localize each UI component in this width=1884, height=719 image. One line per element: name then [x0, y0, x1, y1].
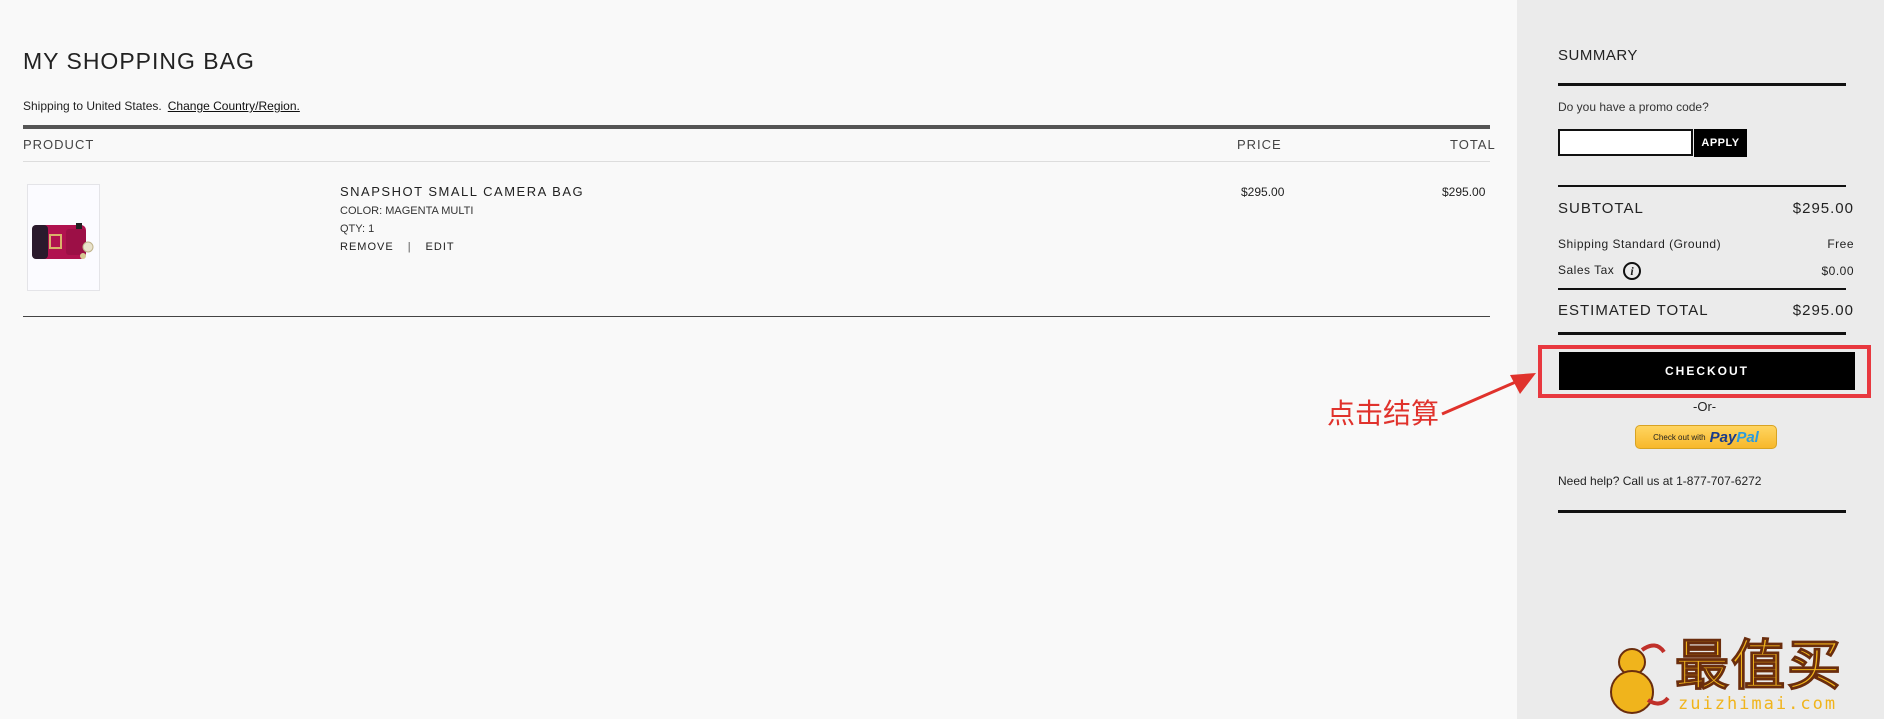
remove-link[interactable]: REMOVE: [340, 241, 394, 253]
summary-title: SUMMARY: [1558, 47, 1638, 64]
paypal-checkout-button[interactable]: Check out with PayPal: [1635, 425, 1777, 449]
help-rule: [1558, 510, 1846, 513]
product-actions: REMOVE | EDIT: [340, 241, 455, 253]
shipping-label: Shipping Standard (Ground): [1558, 237, 1722, 251]
product-price: $295.00: [1241, 185, 1285, 199]
product-thumbnail[interactable]: [27, 184, 100, 291]
header-product: PRODUCT: [23, 137, 95, 152]
estimated-total-value: $295.00: [1792, 302, 1854, 319]
annotation-arrow-icon: [1441, 373, 1536, 416]
checkout-button[interactable]: CHECKOUT: [1559, 352, 1855, 390]
sales-tax-value: $0.00: [1821, 264, 1854, 278]
promo-rule: [1558, 185, 1846, 187]
mascot-icon: [1610, 643, 1670, 714]
change-country-link[interactable]: Change Country/Region.: [168, 99, 300, 113]
estimated-rule: [1558, 332, 1846, 335]
sales-tax-row: Sales Tax i: [1558, 262, 1642, 280]
watermark-logo: 最值买 zuizhimai.com: [1598, 634, 1878, 716]
help-phone-text: Need help? Call us at 1-877-707-6272: [1558, 474, 1762, 488]
camera-bag-image: [32, 223, 94, 259]
header-total: TOTAL: [1450, 137, 1496, 152]
promo-code-input[interactable]: [1558, 129, 1693, 156]
or-divider: -Or-: [1693, 399, 1717, 414]
table-bottom-rule: [23, 316, 1490, 317]
paypal-logo-pal: Pal: [1736, 428, 1759, 446]
table-top-rule: [23, 125, 1490, 129]
edit-link[interactable]: EDIT: [426, 241, 455, 253]
paypal-prefix: Check out with: [1653, 432, 1706, 442]
product-total: $295.00: [1442, 185, 1486, 199]
product-color: COLOR: MAGENTA MULTI: [340, 205, 474, 217]
shipping-value: Free: [1827, 237, 1854, 251]
subtotal-value: $295.00: [1792, 200, 1854, 217]
info-icon[interactable]: i: [1623, 262, 1642, 280]
subtotal-label: SUBTOTAL: [1558, 200, 1644, 217]
shipping-destination: Shipping to United States. Change Country…: [23, 99, 300, 113]
watermark-main-text: 最值买: [1675, 634, 1843, 697]
apply-button[interactable]: APPLY: [1694, 129, 1747, 157]
promo-question: Do you have a promo code?: [1558, 100, 1709, 114]
paypal-logo: PayPal: [1710, 429, 1759, 446]
watermark-url: zuizhimai.com: [1678, 694, 1838, 714]
annotation-label: 点击结算: [1327, 397, 1440, 430]
product-quantity: QTY: 1: [340, 223, 375, 235]
estimated-total-label: ESTIMATED TOTAL: [1558, 302, 1709, 319]
action-separator: |: [407, 241, 412, 253]
paypal-logo-pay: Pay: [1709, 428, 1737, 446]
header-price: PRICE: [1237, 137, 1282, 152]
summary-title-rule: [1558, 83, 1846, 86]
tax-rule: [1558, 288, 1846, 290]
sales-tax-label: Sales Tax: [1558, 263, 1615, 278]
header-divider: [23, 161, 1490, 162]
product-name[interactable]: SNAPSHOT SMALL CAMERA BAG: [340, 184, 584, 199]
shipping-text: Shipping to United States.: [23, 99, 162, 113]
page-title: MY SHOPPING BAG: [23, 48, 255, 74]
